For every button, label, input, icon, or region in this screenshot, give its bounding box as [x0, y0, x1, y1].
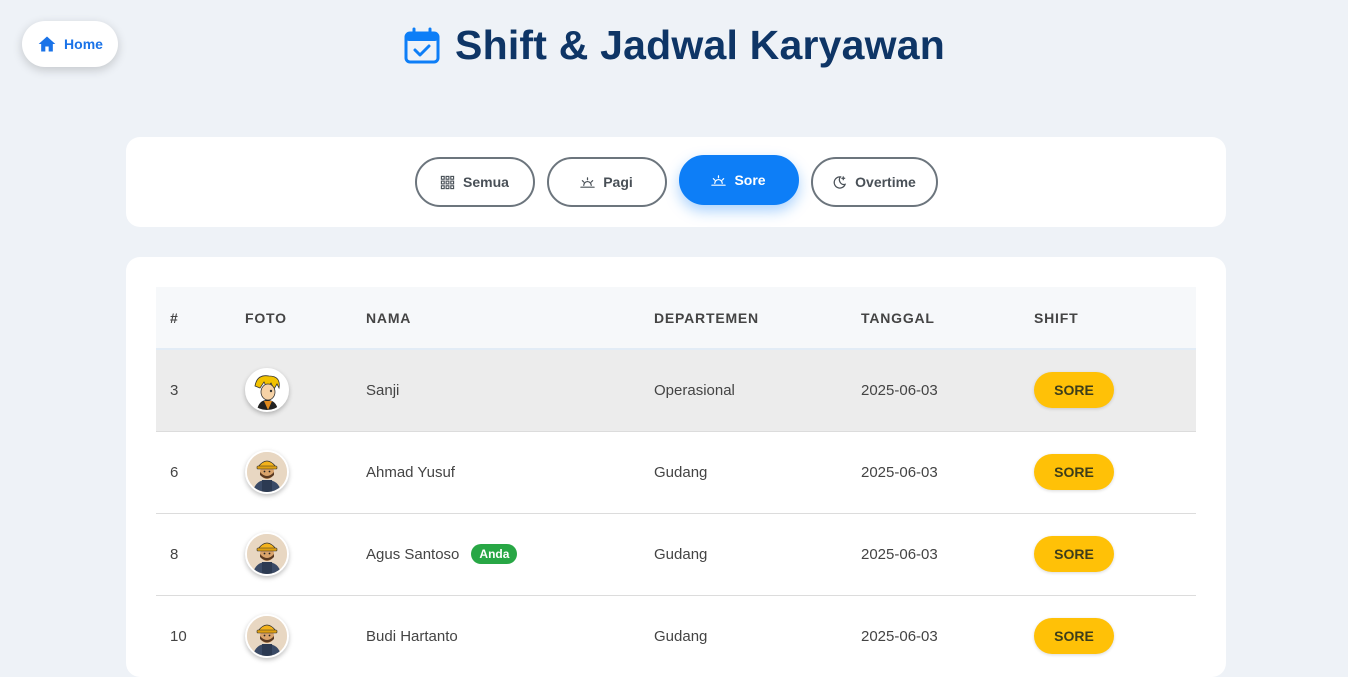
sunrise-icon: [580, 176, 595, 188]
column-header-shift: SHIFT: [1034, 309, 1079, 326]
employee-name: Budi Hartanto: [366, 627, 458, 645]
filter-sore-button[interactable]: Sore: [678, 155, 799, 205]
department-cell: Operasional: [654, 381, 735, 399]
sunset-icon: [711, 174, 727, 186]
table-row[interactable]: 10 Budi Hartanto Gudang 2025-06-03 SORE: [156, 595, 1196, 677]
filter-pagi-label: Pagi: [603, 174, 633, 190]
employee-name: Agus Santoso: [366, 545, 460, 563]
column-header-foto: FOTO: [245, 309, 287, 326]
page-title: Shift & Jadwal Karyawan: [455, 22, 945, 68]
column-header-tanggal: TANGGAL: [861, 309, 935, 326]
date-cell: 2025-06-03: [861, 627, 938, 645]
row-number: 3: [170, 381, 179, 399]
schedule-table-card: # FOTO NAMA DEPARTEMEN TANGGAL SHIFT 3 S…: [126, 257, 1226, 677]
department-cell: Gudang: [654, 545, 708, 563]
shift-filter-bar: Semua Pagi Sore Overtime: [126, 137, 1226, 227]
shift-badge: SORE: [1034, 618, 1114, 654]
page-header: Shift & Jadwal Karyawan: [0, 22, 1348, 69]
date-cell: 2025-06-03: [861, 545, 938, 563]
employee-name: Ahmad Yusuf: [366, 463, 455, 481]
table-row[interactable]: 6 Ahmad Yusuf Gudang 2025-06-03 SORE: [156, 431, 1196, 513]
filter-overtime-button[interactable]: Overtime: [810, 157, 938, 207]
worker-avatar: [245, 532, 289, 576]
worker-avatar: [245, 450, 289, 494]
worker-avatar: [245, 614, 289, 658]
column-header-departemen: DEPARTEMEN: [654, 309, 759, 326]
shift-badge: SORE: [1034, 536, 1114, 572]
table-row[interactable]: 3 Sanji Operasional 2025-06-03 SORE: [156, 349, 1196, 431]
row-number: 6: [170, 463, 179, 481]
row-number: 10: [170, 627, 187, 645]
date-cell: 2025-06-03: [861, 463, 938, 481]
calendar-check-icon: [404, 27, 440, 63]
column-header-number: #: [170, 309, 179, 326]
table-header-row: # FOTO NAMA DEPARTEMEN TANGGAL SHIFT: [156, 287, 1196, 349]
row-number: 8: [170, 545, 179, 563]
department-cell: Gudang: [654, 463, 708, 481]
department-cell: Gudang: [654, 627, 708, 645]
filter-pagi-button[interactable]: Pagi: [546, 157, 667, 207]
filter-sore-label: Sore: [734, 172, 766, 188]
date-cell: 2025-06-03: [861, 381, 938, 399]
shift-badge: SORE: [1034, 372, 1114, 409]
table-row[interactable]: 8 Agus Santoso Anda Gudang 2025-06-03 SO…: [156, 513, 1196, 595]
shift-badge: SORE: [1034, 454, 1114, 490]
filter-overtime-label: Overtime: [855, 174, 916, 190]
filter-semua-label: Semua: [463, 174, 509, 190]
sanji-avatar: [245, 368, 289, 413]
schedule-table: # FOTO NAMA DEPARTEMEN TANGGAL SHIFT 3 S…: [156, 287, 1196, 677]
current-user-badge: Anda: [471, 544, 518, 564]
grid-icon: [440, 175, 455, 189]
column-header-nama: NAMA: [366, 309, 412, 326]
filter-semua-button[interactable]: Semua: [414, 157, 535, 207]
moon-stars-icon: [833, 175, 847, 189]
employee-name: Sanji: [366, 381, 400, 399]
